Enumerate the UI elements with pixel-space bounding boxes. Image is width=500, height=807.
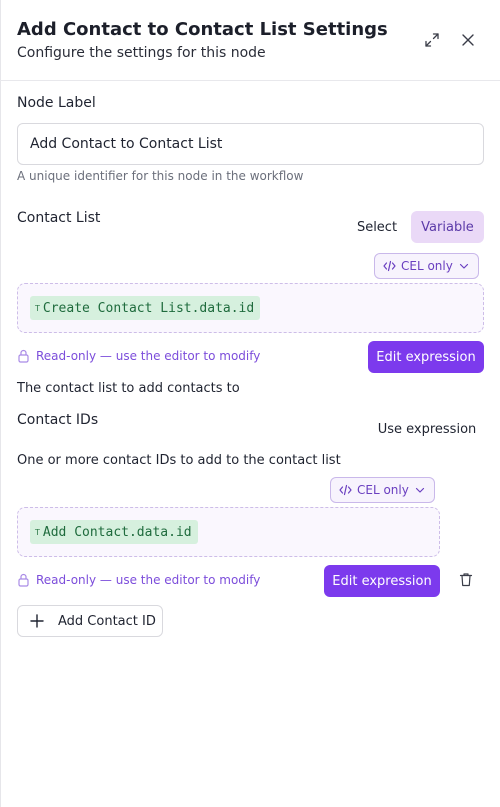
panel-subtitle: Configure the settings for this node [17, 45, 266, 61]
contact-list-description: The contact list to add contacts to [17, 381, 240, 396]
use-expression-button[interactable]: Use expression [371, 417, 483, 441]
code-icon [383, 260, 396, 272]
node-label-hint: A unique identifier for this node in the… [17, 169, 304, 183]
expand-icon [425, 33, 439, 47]
contact-id-readonly-note: Read-only — use the editor to modify [17, 573, 260, 587]
cel-only-label: CEL only [357, 483, 409, 497]
panel-header: Add Contact to Contact List Settings Con… [0, 0, 500, 81]
contact-ids-heading: Contact IDs [17, 412, 99, 428]
panel-left-border [0, 0, 1, 807]
expression-chip: T Create Contact List.data.id [30, 296, 261, 320]
add-contact-id-button[interactable]: Add Contact ID [17, 605, 163, 637]
expression-text: Add Contact.data.id [42, 524, 192, 540]
expand-button[interactable] [421, 29, 443, 51]
contact-list-readonly-note: Read-only — use the editor to modify [17, 349, 260, 363]
trash-icon [459, 572, 473, 586]
text-type-icon: T [35, 303, 40, 313]
readonly-text: Read-only — use the editor to modify [36, 573, 261, 587]
remove-contact-id-button[interactable] [456, 569, 476, 589]
contact-ids-description: One or more contact IDs to add to the co… [17, 453, 341, 468]
lock-icon [18, 573, 29, 587]
contact-list-expression-box: T Create Contact List.data.id [17, 283, 484, 333]
code-icon [339, 484, 352, 496]
cel-only-badge[interactable]: CEL only [330, 477, 435, 503]
cel-only-badge[interactable]: CEL only [374, 253, 479, 279]
panel-title: Add Contact to Contact List Settings [17, 19, 388, 40]
expression-chip: T Add Contact.data.id [30, 520, 198, 544]
edit-expression-button[interactable]: Edit expression [324, 565, 440, 597]
close-button[interactable] [457, 29, 479, 51]
chevron-down-icon [415, 487, 424, 493]
mode-select-toggle[interactable]: Select [348, 211, 406, 243]
readonly-text: Read-only — use the editor to modify [36, 349, 261, 363]
add-contact-id-label: Add Contact ID [58, 613, 156, 629]
node-label-input[interactable] [17, 123, 484, 165]
close-icon [462, 34, 474, 46]
edit-expression-button[interactable]: Edit expression [368, 341, 484, 373]
cel-only-label: CEL only [401, 259, 453, 273]
contact-id-expression-box: T Add Contact.data.id [17, 507, 440, 557]
expression-text: Create Contact List.data.id [42, 300, 255, 316]
mode-variable-toggle[interactable]: Variable [411, 211, 484, 243]
node-label-heading: Node Label [17, 95, 96, 111]
plus-icon [30, 614, 44, 628]
chevron-down-icon [459, 263, 468, 269]
text-type-icon: T [35, 527, 40, 537]
lock-icon [18, 349, 29, 363]
contact-list-heading: Contact List [17, 210, 101, 226]
